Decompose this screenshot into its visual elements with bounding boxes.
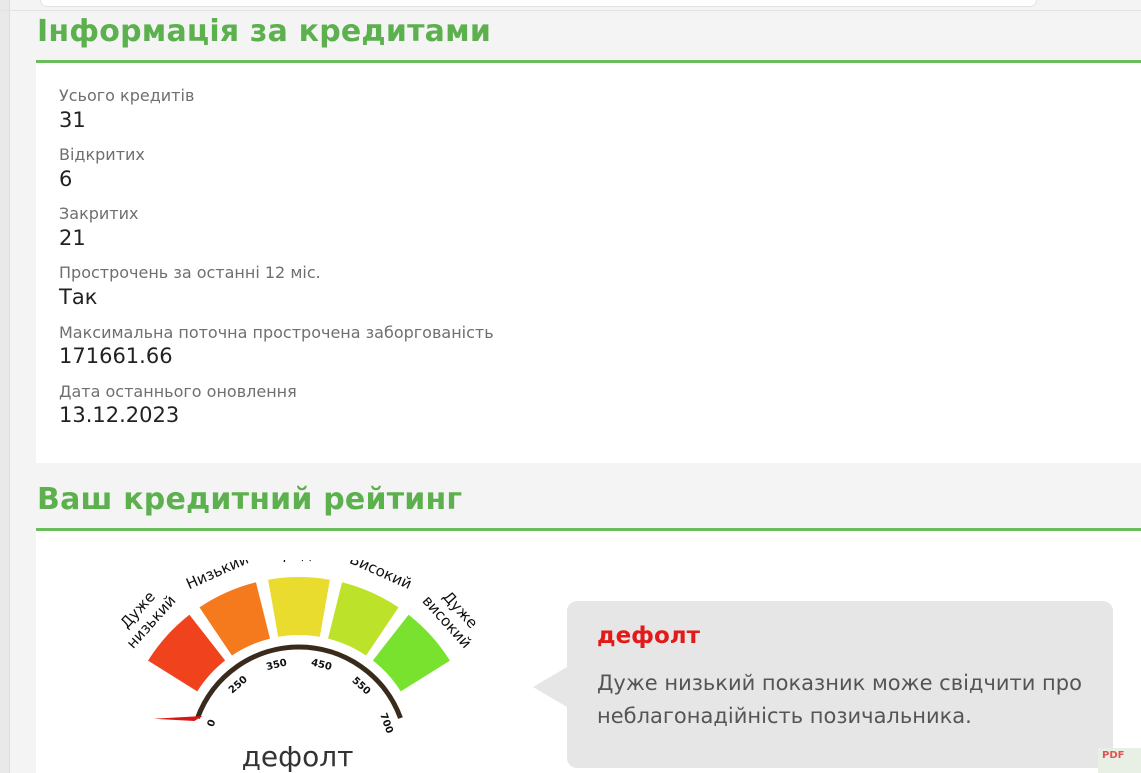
- credit-info-title: Інформація за кредитами: [37, 14, 492, 49]
- status-title: дефолт: [597, 623, 700, 649]
- gauge-tick-350: 350: [265, 657, 288, 673]
- open-credits-label: Відкритих: [59, 145, 145, 164]
- total-credits-label: Усього кредитів: [59, 86, 195, 105]
- gauge-segment-3: [268, 577, 330, 637]
- gauge-segment-label-3: Середній: [263, 560, 336, 563]
- gauge-segments: [148, 577, 450, 692]
- last-update-label: Дата останнього оновлення: [59, 382, 297, 401]
- pdf-badge-label: PDF: [1102, 750, 1125, 761]
- gauge-tick-250: 250: [227, 674, 250, 696]
- gauge-tick-450: 450: [310, 657, 333, 673]
- gauge-tick-0: 0: [206, 718, 219, 728]
- open-credits-value: 6: [59, 167, 73, 191]
- total-credits-value: 31: [59, 108, 86, 132]
- gauge-caption: дефолт: [241, 740, 354, 773]
- top-search-strip: [40, 0, 1037, 7]
- status-description: Дуже низький показник може свідчити про …: [597, 671, 1082, 728]
- closed-credits-value: 21: [59, 226, 86, 250]
- left-rail: [0, 0, 10, 773]
- overdue-label: Прострочень за останні 12 міс.: [59, 263, 321, 282]
- credit-gauge: ДуженизькийНизькийСереднійВисокийДужевис…: [117, 560, 482, 735]
- rating-title: Ваш кредитний рейтинг: [37, 482, 463, 517]
- status-bubble-arrow: [533, 667, 567, 707]
- last-update-value: 13.12.2023: [59, 403, 180, 427]
- gauge-tick-550: 550: [349, 675, 372, 697]
- max-debt-value: 171661.66: [59, 344, 173, 368]
- closed-credits-label: Закритих: [59, 204, 139, 223]
- gauge-scale-arc: [195, 644, 403, 719]
- gauge-tick-700: 700: [377, 712, 394, 735]
- status-bubble: дефолт Дуже низький показник може свідчи…: [567, 601, 1113, 768]
- pdf-badge[interactable]: PDF: [1098, 748, 1141, 773]
- gauge-needle: [153, 716, 203, 722]
- overdue-value: Так: [59, 285, 98, 309]
- top-divider: [0, 10, 1141, 11]
- max-debt-label: Максимальна поточна прострочена заборгов…: [59, 323, 494, 342]
